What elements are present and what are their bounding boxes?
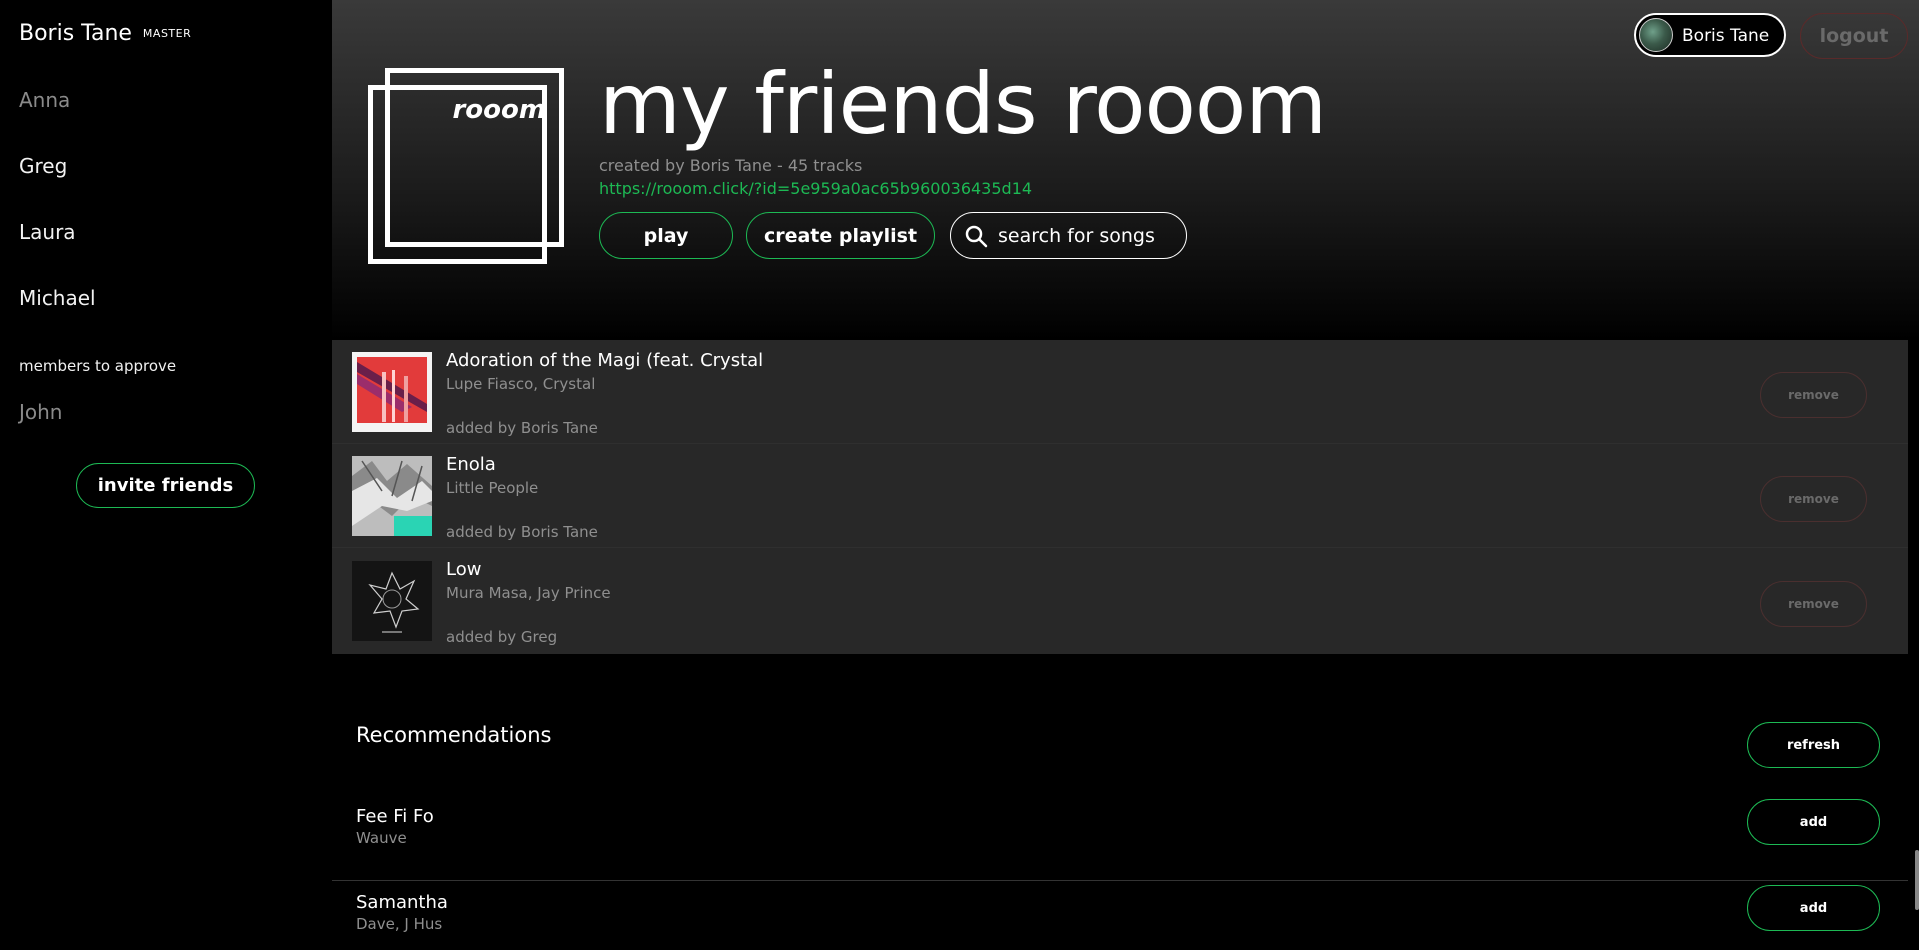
search-songs-button[interactable]: search for songs bbox=[950, 212, 1187, 259]
remove-track-button[interactable]: remove bbox=[1760, 476, 1867, 522]
user-name: Boris Tane bbox=[1682, 26, 1770, 46]
recommendation-artist: Dave, J Hus bbox=[356, 915, 443, 933]
invite-friends-button[interactable]: invite friends bbox=[76, 463, 255, 508]
refresh-button[interactable]: refresh bbox=[1747, 722, 1880, 768]
member-laura[interactable]: Laura bbox=[19, 220, 76, 244]
track-title: Enola bbox=[446, 454, 496, 475]
track-added-by: added by Greg bbox=[446, 628, 558, 646]
member-greg[interactable]: Greg bbox=[19, 154, 67, 178]
track-list: Adoration of the Magi (feat. Crystal Lup… bbox=[332, 340, 1908, 654]
track-added-by: added by Boris Tane bbox=[446, 419, 598, 437]
recommendation-divider bbox=[332, 880, 1908, 881]
room-share-link[interactable]: https://rooom.click/?id=5e959a0ac65b9600… bbox=[599, 179, 1032, 198]
room-title: my friends rooom bbox=[599, 55, 1327, 153]
room-meta: created by Boris Tane - 45 tracks bbox=[599, 156, 863, 175]
track-title: Low bbox=[446, 559, 482, 580]
recommendation-title: Fee Fi Fo bbox=[356, 806, 434, 827]
user-profile-chip[interactable]: Boris Tane bbox=[1634, 13, 1786, 57]
recommendation-title: Samantha bbox=[356, 892, 448, 913]
main-content: rooom my friends rooom created by Boris … bbox=[332, 0, 1919, 950]
avatar bbox=[1639, 18, 1673, 52]
room-owner: Boris Tane MASTER bbox=[19, 21, 191, 46]
members-to-approve-label: members to approve bbox=[19, 357, 177, 375]
search-icon bbox=[965, 225, 988, 248]
page-scrollbar[interactable] bbox=[1915, 850, 1919, 910]
owner-name: Boris Tane bbox=[19, 21, 132, 46]
recommendation-item: Fee Fi Fo Wauve add bbox=[332, 799, 1908, 886]
album-cover bbox=[352, 561, 432, 641]
sidebar: Boris Tane MASTER Anna Greg Laura Michae… bbox=[0, 0, 332, 950]
track-added-by: added by Boris Tane bbox=[446, 523, 598, 541]
recommendation-item: Samantha Dave, J Hus add bbox=[332, 885, 1908, 950]
track-row[interactable]: Adoration of the Magi (feat. Crystal Lup… bbox=[332, 340, 1908, 444]
logo-text: rooom bbox=[452, 95, 546, 125]
remove-track-button[interactable]: remove bbox=[1760, 581, 1867, 627]
play-button[interactable]: play bbox=[599, 212, 733, 259]
album-cover bbox=[352, 352, 432, 432]
rooom-logo: rooom bbox=[368, 68, 568, 268]
recommendations-title: Recommendations bbox=[356, 723, 552, 747]
recommendation-artist: Wauve bbox=[356, 829, 407, 847]
member-michael[interactable]: Michael bbox=[19, 286, 96, 310]
track-artist: Lupe Fiasco, Crystal bbox=[446, 375, 596, 393]
add-recommendation-button[interactable]: add bbox=[1747, 799, 1880, 845]
pending-member-john[interactable]: John bbox=[19, 400, 63, 424]
track-artist: Little People bbox=[446, 479, 539, 497]
room-header: rooom my friends rooom created by Boris … bbox=[332, 0, 1919, 340]
owner-badge: MASTER bbox=[142, 27, 192, 40]
track-row[interactable]: Low Mura Masa, Jay Prince added by Greg … bbox=[332, 549, 1908, 653]
search-songs-label: search for songs bbox=[998, 224, 1155, 247]
album-cover bbox=[352, 456, 432, 536]
logout-button[interactable]: logout bbox=[1800, 13, 1908, 59]
add-recommendation-button[interactable]: add bbox=[1747, 885, 1880, 931]
member-anna[interactable]: Anna bbox=[19, 88, 70, 112]
track-artist: Mura Masa, Jay Prince bbox=[446, 584, 611, 602]
track-row[interactable]: Enola Little People added by Boris Tane … bbox=[332, 444, 1908, 548]
track-title: Adoration of the Magi (feat. Crystal bbox=[446, 350, 764, 371]
remove-track-button[interactable]: remove bbox=[1760, 372, 1867, 418]
create-playlist-button[interactable]: create playlist bbox=[746, 212, 935, 259]
